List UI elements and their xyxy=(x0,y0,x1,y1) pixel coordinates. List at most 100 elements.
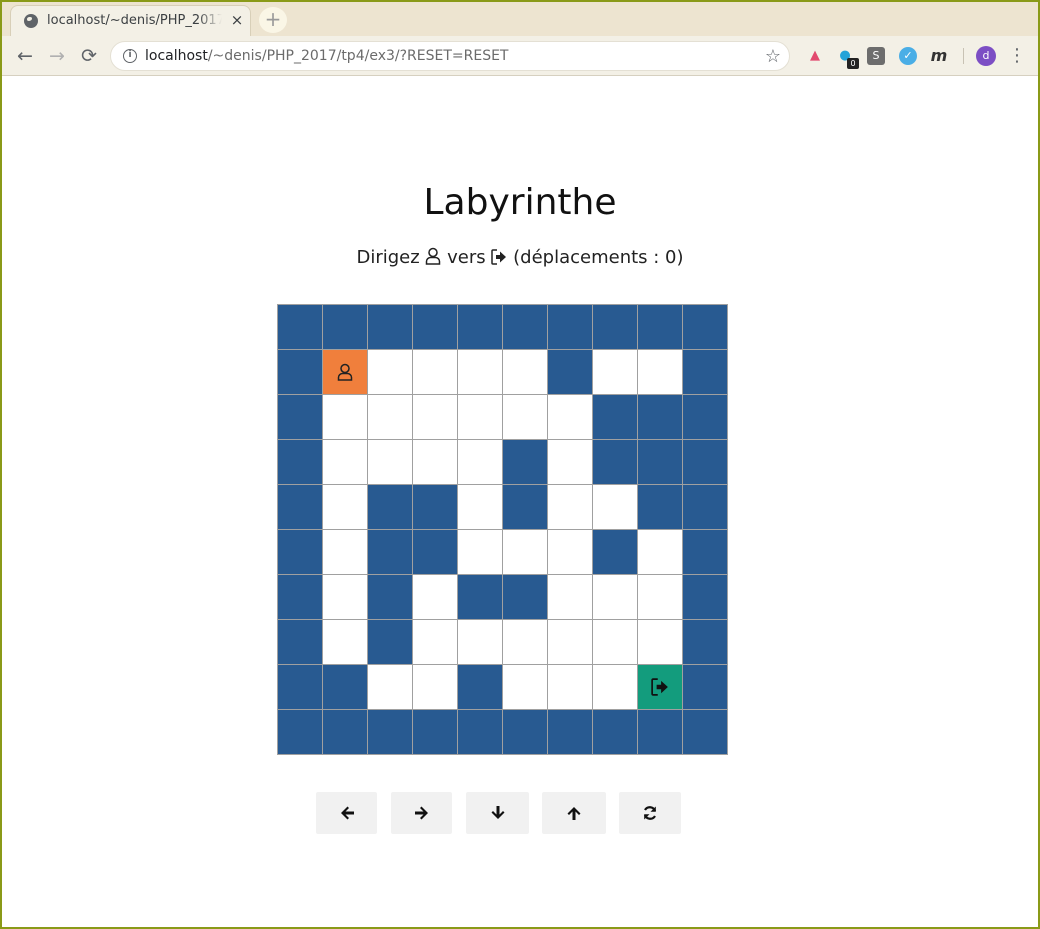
maze-wall-cell xyxy=(638,395,683,440)
forward-icon[interactable]: → xyxy=(44,43,70,69)
extension-red-icon[interactable]: ▲ xyxy=(806,47,824,65)
maze-wall-cell xyxy=(593,395,638,440)
reset-button[interactable] xyxy=(619,792,681,834)
maze-wall-cell xyxy=(548,350,593,395)
toolbar-divider xyxy=(963,48,964,64)
maze-wall-cell xyxy=(683,395,728,440)
maze-floor-cell xyxy=(548,620,593,665)
maze-wall-cell xyxy=(593,305,638,350)
back-icon[interactable]: ← xyxy=(12,43,38,69)
maze-floor-cell xyxy=(638,575,683,620)
maze-floor-cell xyxy=(323,485,368,530)
maze-wall-cell xyxy=(278,620,323,665)
bookmark-star-icon[interactable]: ☆ xyxy=(765,46,781,67)
maze-wall-cell xyxy=(548,710,593,755)
maze-wall-cell xyxy=(503,485,548,530)
exit-icon xyxy=(491,247,507,268)
maze-wall-cell xyxy=(638,485,683,530)
maze-floor-cell xyxy=(503,530,548,575)
maze-floor-cell xyxy=(458,530,503,575)
tab-title: localhost/~denis/PHP_2017/tp4/ex3/?RESET… xyxy=(47,13,222,28)
page-content: Labyrinthe Dirigez vers (déplacements : … xyxy=(2,77,1038,927)
arrow-down-icon xyxy=(490,805,506,821)
move-down-button[interactable] xyxy=(466,792,529,834)
maze-floor-cell xyxy=(638,530,683,575)
maze-floor-cell xyxy=(503,665,548,710)
maze-floor-cell xyxy=(503,350,548,395)
new-tab-button[interactable]: + xyxy=(259,7,287,33)
instructions: Dirigez vers (déplacements : 0) xyxy=(2,247,1038,268)
maze-wall-cell xyxy=(278,440,323,485)
maze-floor-cell xyxy=(413,620,458,665)
maze-wall-cell xyxy=(278,395,323,440)
maze-wall-cell xyxy=(458,710,503,755)
refresh-icon xyxy=(642,805,658,821)
maze-wall-cell xyxy=(368,710,413,755)
maze-floor-cell xyxy=(323,440,368,485)
maze-floor-cell xyxy=(413,350,458,395)
player-icon xyxy=(425,247,441,268)
maze-floor-cell xyxy=(413,665,458,710)
maze-wall-cell xyxy=(278,710,323,755)
address-bar[interactable]: i localhost/~denis/PHP_2017/tp4/ex3/?RES… xyxy=(110,41,790,71)
extension-s-icon[interactable]: S xyxy=(867,47,885,65)
maze-floor-cell xyxy=(458,350,503,395)
maze-floor-cell xyxy=(368,395,413,440)
maze-floor-cell xyxy=(593,665,638,710)
tab-close-icon[interactable]: × xyxy=(228,11,246,29)
maze-wall-cell xyxy=(278,485,323,530)
maze-floor-cell xyxy=(368,350,413,395)
move-left-button[interactable] xyxy=(316,792,377,834)
moves-counter: (déplacements : 0) xyxy=(513,247,684,268)
url-text[interactable]: localhost/~denis/PHP_2017/tp4/ex3/?RESET… xyxy=(145,48,508,64)
menu-dots-icon[interactable]: ⋮ xyxy=(1008,44,1026,68)
maze-floor-cell xyxy=(593,485,638,530)
move-right-button[interactable] xyxy=(391,792,452,834)
maze-wall-cell xyxy=(368,305,413,350)
maze-wall-cell xyxy=(413,305,458,350)
maze-wall-cell xyxy=(683,350,728,395)
maze-wall-cell xyxy=(593,710,638,755)
maze-floor-cell xyxy=(548,575,593,620)
instructions-prefix: Dirigez xyxy=(356,247,420,268)
maze-floor-cell xyxy=(593,620,638,665)
maze-wall-cell xyxy=(683,710,728,755)
maze-floor-cell xyxy=(458,395,503,440)
maze-wall-cell xyxy=(458,305,503,350)
info-icon[interactable]: i xyxy=(123,49,137,63)
maze-player-cell xyxy=(323,350,368,395)
maze-wall-cell xyxy=(503,575,548,620)
maze-floor-cell xyxy=(323,620,368,665)
maze-floor-cell xyxy=(503,620,548,665)
maze-wall-cell xyxy=(683,530,728,575)
maze-floor-cell xyxy=(368,665,413,710)
reload-icon[interactable]: ⟳ xyxy=(76,43,102,69)
extension-m-icon[interactable]: m xyxy=(930,47,948,65)
extension-check-icon[interactable]: ✓ xyxy=(899,47,917,65)
maze-floor-cell xyxy=(638,620,683,665)
maze-wall-cell xyxy=(683,665,728,710)
extension-badge: 0 xyxy=(847,58,859,69)
maze-floor-cell xyxy=(593,575,638,620)
maze-wall-cell xyxy=(368,575,413,620)
browser-tab[interactable]: localhost/~denis/PHP_2017/tp4/ex3/?RESET… xyxy=(10,5,251,36)
arrow-left-icon xyxy=(339,805,355,821)
maze-floor-cell xyxy=(368,440,413,485)
move-up-button[interactable] xyxy=(542,792,606,834)
profile-avatar[interactable]: d xyxy=(976,46,996,66)
maze-wall-cell xyxy=(638,305,683,350)
maze-floor-cell xyxy=(548,485,593,530)
maze-wall-cell xyxy=(278,350,323,395)
maze-floor-cell xyxy=(548,530,593,575)
maze-wall-cell xyxy=(413,485,458,530)
arrow-up-icon xyxy=(566,805,582,821)
page-title: Labyrinthe xyxy=(423,182,617,223)
maze-wall-cell xyxy=(683,575,728,620)
maze-wall-cell xyxy=(503,305,548,350)
maze-floor-cell xyxy=(548,395,593,440)
maze-wall-cell xyxy=(278,575,323,620)
maze-wall-cell xyxy=(683,485,728,530)
maze-exit-cell xyxy=(638,665,683,710)
maze-wall-cell xyxy=(278,305,323,350)
instructions-middle: vers xyxy=(447,247,486,268)
